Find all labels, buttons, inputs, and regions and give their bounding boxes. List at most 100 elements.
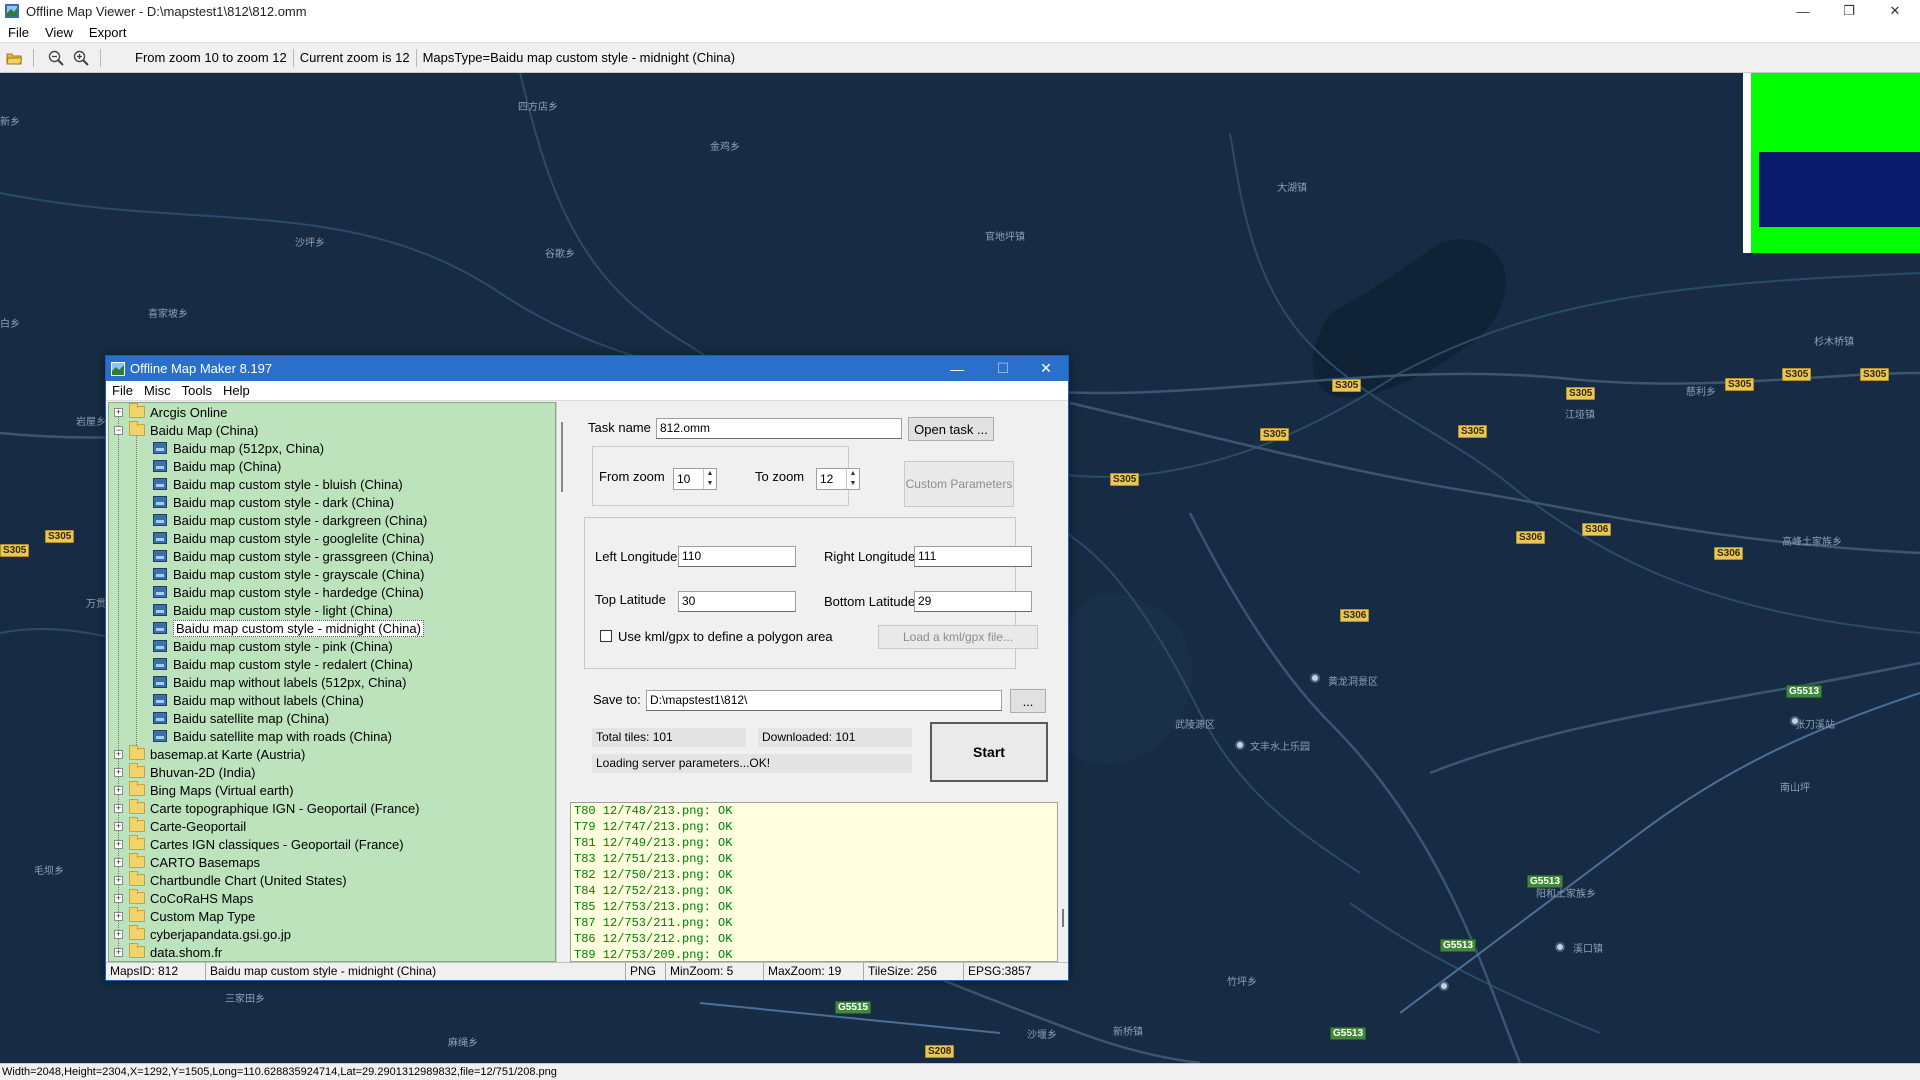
dialog-minimize-button[interactable]: — bbox=[935, 356, 979, 381]
from-zoom-label: From zoom bbox=[599, 469, 665, 484]
expand-icon[interactable]: + bbox=[114, 893, 123, 903]
expand-icon[interactable]: + bbox=[114, 749, 123, 759]
minimap-viewport[interactable] bbox=[1759, 152, 1920, 227]
dialog-menu-tools[interactable]: Tools bbox=[176, 383, 217, 398]
dialog-maximize-button[interactable]: ☐ bbox=[981, 356, 1025, 381]
bottom-latitude-input[interactable]: 29 bbox=[914, 591, 1032, 612]
expand-icon[interactable]: + bbox=[114, 785, 123, 795]
poi-marker[interactable] bbox=[1555, 942, 1565, 952]
expand-icon[interactable]: + bbox=[114, 407, 123, 417]
place-label: 喜家坡乡 bbox=[148, 309, 188, 320]
dialog-menu-help[interactable]: Help bbox=[217, 383, 255, 398]
poi-marker[interactable] bbox=[1235, 740, 1245, 750]
place-label: 溪口镇 bbox=[1573, 944, 1603, 955]
tree-leaf[interactable]: Baidu map (512px, China) bbox=[153, 439, 324, 457]
tree-node[interactable]: + Bhuvan-2D (India) bbox=[114, 763, 256, 781]
expand-icon[interactable]: + bbox=[114, 767, 123, 777]
tree-leaf[interactable]: Baidu map custom style - googlelite (Chi… bbox=[153, 529, 424, 547]
tree-node[interactable]: + data.shom.fr bbox=[114, 943, 222, 961]
expand-icon[interactable]: + bbox=[114, 857, 123, 867]
dialog-close-button[interactable]: ✕ bbox=[1024, 356, 1068, 381]
tree-node[interactable]: + Cartes IGN classiques - Geoportail (Fra… bbox=[114, 835, 404, 853]
left-longitude-input[interactable]: 110 bbox=[678, 546, 796, 567]
save-to-input[interactable]: D:\mapstest1\812\ bbox=[646, 690, 1002, 711]
expand-icon[interactable]: + bbox=[114, 821, 123, 831]
menu-export[interactable]: Export bbox=[81, 25, 135, 40]
minimize-button[interactable]: — bbox=[1780, 0, 1826, 22]
tree-leaf[interactable]: Baidu map custom style - darkgreen (Chin… bbox=[153, 511, 427, 529]
spin-down-icon[interactable]: ▼ bbox=[847, 479, 859, 489]
expand-icon[interactable]: + bbox=[114, 947, 123, 957]
tree-scrollbar[interactable] bbox=[556, 402, 568, 962]
expand-icon[interactable]: + bbox=[114, 929, 123, 939]
tree-node[interactable]: + cyberjapandata.gsi.go.jp bbox=[114, 925, 291, 943]
map-type-tree[interactable]: + Arcgis Online − Baidu Map (China) Baidu … bbox=[108, 402, 556, 962]
road-shield: S305 bbox=[1110, 473, 1140, 486]
spin-up-icon[interactable]: ▲ bbox=[704, 469, 716, 479]
tree-leaf[interactable]: Baidu map custom style - pink (China) bbox=[153, 637, 393, 655]
tree-node[interactable]: + Custom Map Type bbox=[114, 907, 255, 925]
open-task-button[interactable]: Open task ... bbox=[908, 417, 994, 441]
spin-up-icon[interactable]: ▲ bbox=[847, 469, 859, 479]
tree-node[interactable]: + basemap.at Karte (Austria) bbox=[114, 745, 305, 763]
tree-node[interactable]: + Carte topographique IGN - Geoportail (F… bbox=[114, 799, 420, 817]
tree-leaf[interactable]: Baidu map (China) bbox=[153, 457, 281, 475]
zoom-out-icon[interactable] bbox=[45, 47, 67, 69]
tree-scroll-thumb[interactable] bbox=[561, 422, 563, 492]
tree-leaf-selected[interactable]: Baidu map custom style - midnight (China… bbox=[153, 619, 424, 637]
tree-leaf[interactable]: Baidu satellite map with roads (China) bbox=[153, 727, 392, 745]
log-scrollbar[interactable] bbox=[1058, 802, 1068, 962]
tree-node[interactable]: + Arcgis Online bbox=[114, 403, 227, 421]
log-scroll-thumb[interactable] bbox=[1062, 909, 1064, 927]
dialog-menu-misc[interactable]: Misc bbox=[138, 383, 176, 398]
open-folder-icon[interactable] bbox=[3, 47, 25, 69]
tree-node[interactable]: + CARTO Basemaps bbox=[114, 853, 260, 871]
custom-parameters-button[interactable]: Custom Parameters bbox=[904, 461, 1014, 507]
tree-node[interactable]: + Carte-Geoportail bbox=[114, 817, 246, 835]
expand-icon[interactable]: + bbox=[114, 875, 123, 885]
tree-node[interactable]: + CoCoRaHS Maps bbox=[114, 889, 253, 907]
menu-file[interactable]: File bbox=[0, 25, 37, 40]
zoom-in-icon[interactable] bbox=[70, 47, 92, 69]
poi-marker[interactable] bbox=[1310, 673, 1320, 683]
expand-icon[interactable]: + bbox=[114, 803, 123, 813]
top-latitude-input[interactable]: 30 bbox=[678, 591, 796, 612]
expand-icon[interactable]: + bbox=[114, 839, 123, 849]
tree-leaf[interactable]: Baidu map custom style - grassgreen (Chi… bbox=[153, 547, 434, 565]
tree-leaf[interactable]: Baidu map custom style - hardedge (China… bbox=[153, 583, 424, 601]
dialog-titlebar[interactable]: Offline Map Maker 8.197 — ☐ ✕ bbox=[106, 356, 1068, 381]
task-name-input[interactable]: 812.omm bbox=[656, 418, 902, 439]
from-zoom-spinner[interactable]: 10 ▲ ▼ bbox=[673, 468, 717, 490]
download-log[interactable]: T80 12/748/213.png: OK T79 12/747/213.pn… bbox=[570, 802, 1058, 962]
to-zoom-spinner[interactable]: 12 ▲ ▼ bbox=[816, 468, 860, 490]
use-kml-checkbox[interactable] bbox=[600, 630, 612, 642]
close-button[interactable]: ✕ bbox=[1872, 0, 1918, 22]
tree-leaf[interactable]: Baidu map without labels (512px, China) bbox=[153, 673, 406, 691]
tree-leaf[interactable]: Baidu map custom style - dark (China) bbox=[153, 493, 394, 511]
tree-leaf[interactable]: Baidu map custom style - redalert (China… bbox=[153, 655, 413, 673]
dialog-menu-file[interactable]: File bbox=[106, 383, 138, 398]
map-type-icon bbox=[153, 694, 167, 706]
overview-minimap[interactable] bbox=[1743, 73, 1920, 253]
tree-leaf[interactable]: Baidu satellite map (China) bbox=[153, 709, 329, 727]
poi-marker[interactable] bbox=[1439, 981, 1449, 991]
start-button[interactable]: Start bbox=[930, 722, 1048, 782]
maximize-button[interactable]: ❐ bbox=[1826, 0, 1872, 22]
tree-leaf[interactable]: Baidu map without labels (China) bbox=[153, 691, 364, 709]
menu-view[interactable]: View bbox=[37, 25, 81, 40]
right-longitude-input[interactable]: 111 bbox=[914, 546, 1032, 567]
tree-node[interactable]: + Chartbundle Chart (United States) bbox=[114, 871, 347, 889]
spin-down-icon[interactable]: ▼ bbox=[704, 479, 716, 489]
tree-node[interactable]: − Baidu Map (China) bbox=[114, 421, 258, 439]
tree-leaf[interactable]: Baidu map custom style - bluish (China) bbox=[153, 475, 403, 493]
load-kml-button[interactable]: Load a kml/gpx file... bbox=[878, 625, 1038, 649]
expand-icon[interactable]: + bbox=[114, 911, 123, 921]
browse-folder-button[interactable]: ... bbox=[1010, 689, 1046, 713]
tree-leaf[interactable]: Baidu map custom style - light (China) bbox=[153, 601, 393, 619]
tree-leaf[interactable]: Baidu map custom style - grayscale (Chin… bbox=[153, 565, 424, 583]
collapse-icon[interactable]: − bbox=[114, 425, 123, 435]
poi-marker[interactable] bbox=[1790, 716, 1800, 726]
tree-leaf-label: Baidu map custom style - grassgreen (Chi… bbox=[173, 548, 434, 564]
tree-node[interactable]: + Bing Maps (Virtual earth) bbox=[114, 781, 294, 799]
road-shield: S305 bbox=[0, 544, 30, 557]
